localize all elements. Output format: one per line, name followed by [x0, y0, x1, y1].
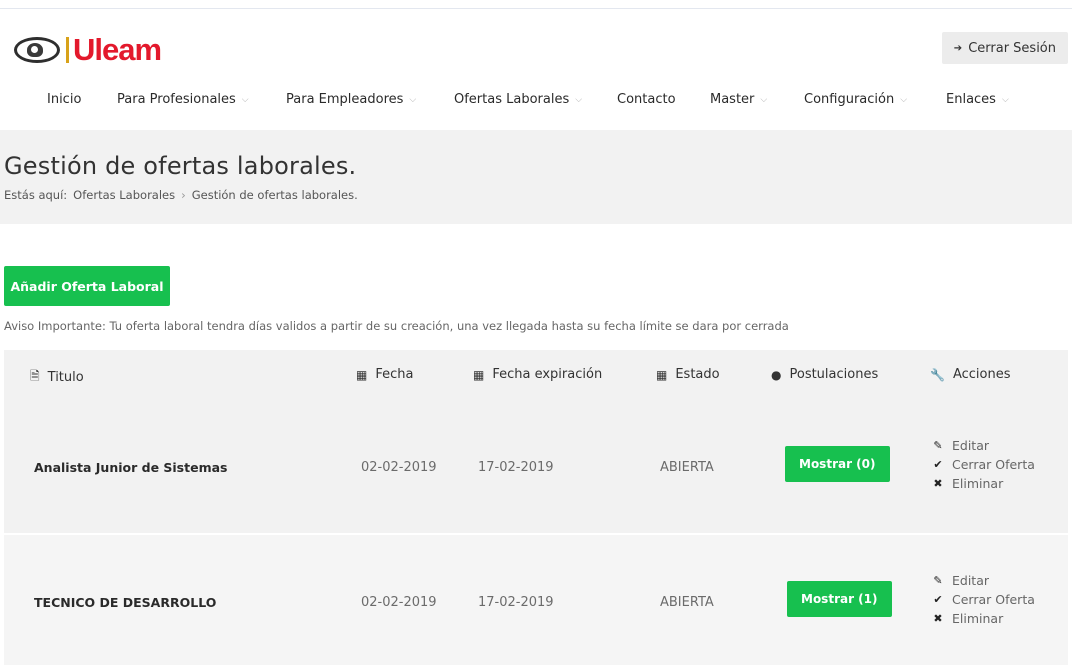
- check-icon: ✔: [933, 593, 943, 606]
- column-label: Estado: [675, 367, 720, 382]
- column-header-acciones: 🔧 Acciones: [930, 367, 1011, 382]
- nav-label: Ofertas Laborales: [454, 92, 570, 107]
- nav-item-master[interactable]: Master ⌵: [710, 92, 767, 107]
- delete-action[interactable]: ✖ Eliminar: [932, 611, 1035, 626]
- sign-out-icon: ➔: [953, 42, 963, 54]
- calendar-icon: ▦: [473, 367, 485, 382]
- action-label: Editar: [952, 573, 990, 588]
- chevron-down-icon: ⌵: [241, 94, 249, 105]
- nav-label: Inicio: [47, 92, 82, 107]
- nav-item-para-empleadores[interactable]: Para Empleadores ⌵: [286, 92, 416, 107]
- chevron-down-icon: ⌵: [900, 94, 908, 105]
- action-label: Eliminar: [952, 476, 1004, 491]
- chevron-down-icon: ⌵: [1001, 94, 1009, 105]
- chevron-down-icon: ⌵: [760, 94, 768, 105]
- column-label: Titulo: [47, 370, 84, 385]
- breadcrumb-link-ofertas[interactable]: Ofertas Laborales: [73, 188, 175, 202]
- action-label: Cerrar Oferta: [952, 457, 1035, 472]
- wrench-icon: 🔧: [930, 367, 945, 382]
- table-row: Analista Junior de Sistemas 02-02-2019 1…: [4, 400, 1068, 535]
- column-label: Acciones: [952, 367, 1011, 382]
- show-applications-button[interactable]: Mostrar (0): [785, 446, 890, 482]
- breadcrumb: Estás aquí: Ofertas Laborales › Gestión …: [4, 188, 358, 202]
- page-title: Gestión de ofertas laborales.: [4, 152, 357, 180]
- table-header: 🗎 Titulo ▦ Fecha ▦ Fecha expiración ▦ Es…: [4, 350, 1068, 400]
- nav-label: Enlaces: [946, 92, 996, 107]
- column-label: Fecha expiración: [492, 367, 603, 382]
- column-header-estado: ▦ Estado: [656, 367, 720, 382]
- action-label: Editar: [952, 438, 990, 453]
- file-icon: 🗎: [30, 369, 40, 383]
- action-label: Eliminar: [952, 611, 1004, 626]
- breadcrumb-current: Gestión de ofertas laborales.: [191, 188, 358, 202]
- close-offer-action[interactable]: ✔ Cerrar Oferta: [932, 592, 1035, 607]
- nav-label: Master: [710, 92, 755, 107]
- breadcrumb-separator: ›: [181, 188, 186, 202]
- row-actions: ✎ Editar ✔ Cerrar Oferta ✖ Eliminar: [932, 438, 1035, 491]
- breadcrumb-prefix: Estás aquí:: [4, 188, 68, 202]
- action-label: Cerrar Oferta: [952, 592, 1035, 607]
- show-applications-button[interactable]: Mostrar (1): [787, 581, 892, 617]
- column-header-postulaciones: ● Postulaciones: [771, 367, 878, 382]
- nav-item-inicio[interactable]: Inicio: [47, 92, 81, 107]
- chevron-down-icon: ⌵: [575, 94, 583, 105]
- nav-item-ofertas-laborales[interactable]: Ofertas Laborales ⌵: [454, 92, 582, 107]
- logo-divider: [66, 36, 69, 63]
- pencil-icon: ✎: [933, 574, 943, 587]
- offer-status: ABIERTA: [660, 595, 714, 610]
- job-offers-table: 🗎 Titulo ▦ Fecha ▦ Fecha expiración ▦ Es…: [4, 350, 1068, 665]
- offer-status: ABIERTA: [660, 460, 714, 475]
- logout-label: Cerrar Sesión: [968, 40, 1056, 56]
- check-icon: ✔: [933, 458, 943, 471]
- edit-action[interactable]: ✎ Editar: [932, 438, 1035, 453]
- logout-button[interactable]: ➔ Cerrar Sesión: [941, 32, 1068, 64]
- times-icon: ✖: [933, 477, 943, 490]
- column-header-titulo: 🗎 Titulo: [30, 367, 84, 388]
- nav-item-contacto[interactable]: Contacto: [617, 92, 676, 107]
- column-header-fecha-expiracion: ▦ Fecha expiración: [473, 367, 602, 382]
- main-nav: Inicio Para Profesionales ⌵ Para Emplead…: [0, 92, 1072, 116]
- nav-label: Contacto: [617, 92, 676, 107]
- close-offer-action[interactable]: ✔ Cerrar Oferta: [932, 457, 1035, 472]
- nav-label: Para Empleadores: [286, 92, 404, 107]
- row-actions: ✎ Editar ✔ Cerrar Oferta ✖ Eliminar: [932, 573, 1035, 626]
- logo-text: Uleam: [73, 32, 162, 67]
- site-header: Uleam ➔ Cerrar Sesión: [0, 30, 1072, 70]
- offer-expiration: 17-02-2019: [478, 595, 554, 610]
- university-seal-icon: [14, 36, 60, 63]
- uleam-logo[interactable]: Uleam: [14, 32, 162, 67]
- column-header-fecha: ▦ Fecha: [356, 367, 413, 382]
- offer-title: TECNICO DE DESARROLLO: [34, 595, 217, 610]
- column-label: Fecha: [375, 367, 414, 382]
- edit-action[interactable]: ✎ Editar: [932, 573, 1035, 588]
- chevron-down-icon: ⌵: [409, 94, 417, 105]
- top-divider: [0, 8, 1072, 9]
- offer-date: 02-02-2019: [361, 460, 437, 475]
- nav-label: Configuración: [804, 92, 895, 107]
- offer-title: Analista Junior de Sistemas: [34, 460, 228, 475]
- nav-item-enlaces[interactable]: Enlaces ⌵: [946, 92, 1009, 107]
- offer-expiration: 17-02-2019: [478, 460, 554, 475]
- important-notice: Aviso Importante: Tu oferta laboral tend…: [4, 319, 789, 333]
- calendar-icon: ▦: [656, 367, 668, 382]
- nav-item-para-profesionales[interactable]: Para Profesionales ⌵: [117, 92, 249, 107]
- offer-date: 02-02-2019: [361, 595, 437, 610]
- page-header-band: Gestión de ofertas laborales. Estás aquí…: [0, 130, 1072, 224]
- nav-label: Para Profesionales: [117, 92, 236, 107]
- add-job-offer-button[interactable]: Añadir Oferta Laboral: [4, 266, 170, 306]
- delete-action[interactable]: ✖ Eliminar: [932, 476, 1035, 491]
- calendar-icon: ▦: [356, 367, 368, 382]
- times-icon: ✖: [933, 612, 943, 625]
- pencil-icon: ✎: [933, 439, 943, 452]
- table-row: TECNICO DE DESARROLLO 02-02-2019 17-02-2…: [4, 535, 1068, 665]
- user-icon: ●: [771, 367, 782, 382]
- column-label: Postulaciones: [789, 367, 879, 382]
- nav-item-configuracion[interactable]: Configuración ⌵: [804, 92, 907, 107]
